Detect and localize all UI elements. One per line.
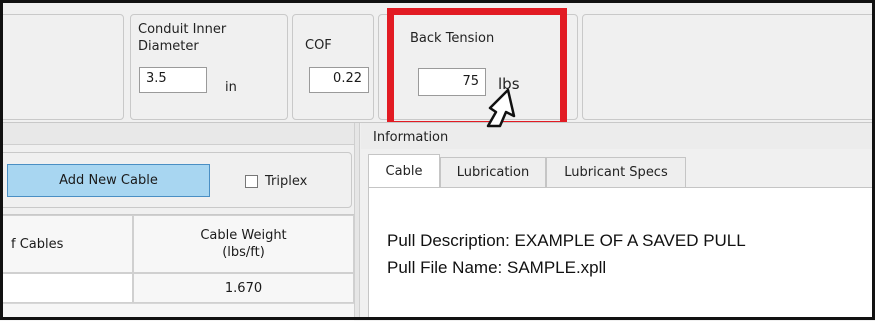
hand-pointer-icon	[484, 86, 520, 128]
tab-cable[interactable]: Cable	[368, 154, 440, 187]
tab-cable-label: Cable	[385, 163, 423, 179]
